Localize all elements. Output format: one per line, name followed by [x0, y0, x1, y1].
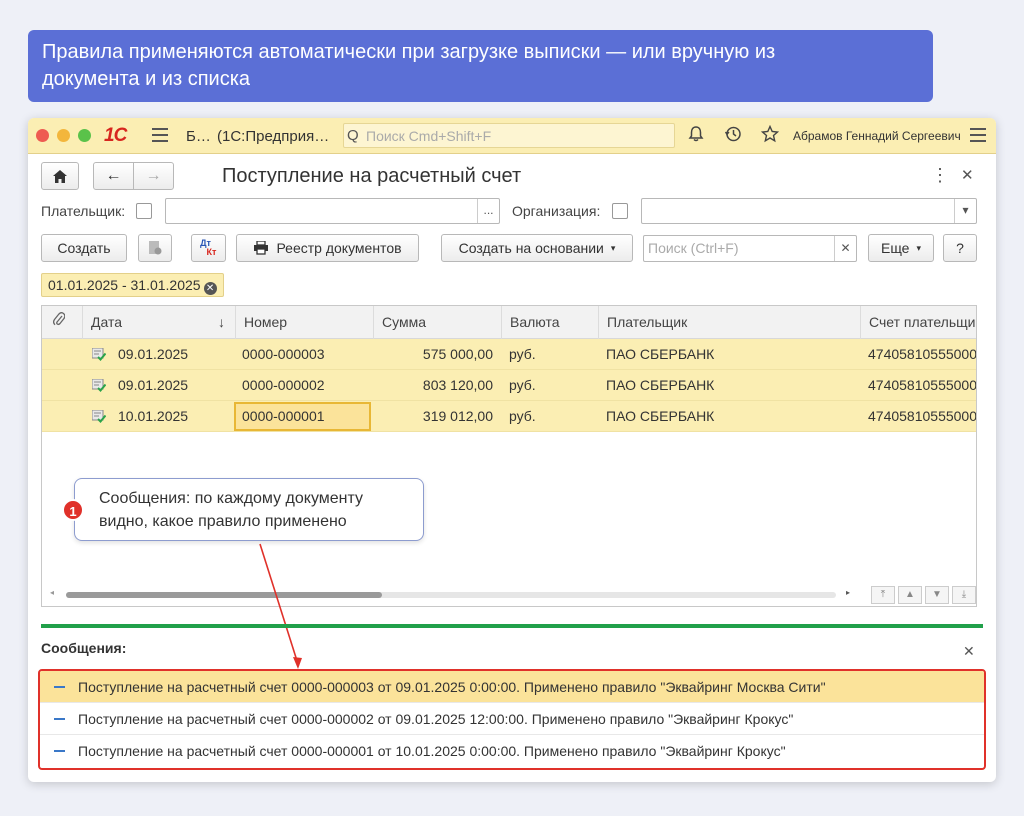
message-item[interactable]: Поступление на расчетный счет 0000-00000… — [40, 671, 984, 703]
message-item[interactable]: Поступление на расчетный счет 0000-00000… — [40, 703, 984, 735]
message-dash-icon — [54, 686, 65, 688]
info-banner: Правила применяются автоматически при за… — [28, 30, 933, 102]
messages-close-icon[interactable]: ✕ — [963, 643, 975, 660]
messages-title: Сообщения: — [41, 640, 127, 656]
message-text: Поступление на расчетный счет 0000-00000… — [78, 711, 794, 727]
message-item[interactable]: Поступление на расчетный счет 0000-00000… — [40, 735, 984, 767]
message-text: Поступление на расчетный счет 0000-00000… — [78, 743, 786, 759]
message-dash-icon — [54, 718, 65, 720]
messages-list: Поступление на расчетный счет 0000-00000… — [38, 669, 986, 770]
message-text: Поступление на расчетный счет 0000-00000… — [78, 679, 826, 695]
message-dash-icon — [54, 750, 65, 752]
banner-line-2: документа и из списка — [42, 68, 251, 90]
banner-line-1: Правила применяются автоматически при за… — [42, 41, 776, 63]
app-window: 1С Б… (1С:Предприя… Q Поиск Cmd+Shift+F … — [28, 118, 996, 782]
messages-separator — [41, 624, 983, 628]
